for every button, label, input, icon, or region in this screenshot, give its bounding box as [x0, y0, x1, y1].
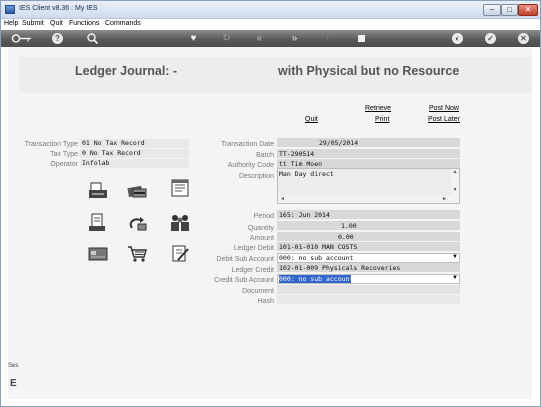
batch-value: TT-290514	[279, 150, 315, 158]
rewind-icon[interactable]: «	[253, 32, 266, 45]
key-icon[interactable]	[11, 32, 33, 45]
chevron-down-icon[interactable]: ▼	[452, 275, 458, 281]
operator-label: Operator	[50, 161, 78, 168]
minimize-button[interactable]: –	[483, 4, 501, 16]
refresh-icon[interactable]: ↻	[220, 32, 233, 45]
operator-value: Infolab	[82, 159, 110, 167]
ledger-credit-label: Ledger Credit	[231, 267, 274, 274]
stop-icon[interactable]	[355, 32, 368, 45]
period-label: Period	[253, 213, 274, 220]
globe-icon[interactable]: ◐	[452, 33, 463, 44]
description-vscroll[interactable]: ▲ ▼	[451, 169, 459, 195]
ledger-debit-value: 101-01-010 MAN COSTS	[279, 243, 358, 251]
amount-field[interactable]	[277, 232, 460, 241]
menu-commands[interactable]: Commands	[105, 20, 141, 27]
credit-sub-account-value: 000: no sub account	[279, 275, 354, 283]
ledger-debit-label: Ledger Debit	[233, 245, 274, 252]
maximize-button[interactable]: □	[501, 4, 518, 16]
document-field[interactable]	[277, 285, 460, 294]
people-icon[interactable]	[169, 212, 191, 232]
close-icon[interactable]: ✕	[518, 33, 529, 44]
payment-icon[interactable]	[87, 212, 109, 232]
title-bar: IES Client v8.36 : My IES – □ ✕	[1, 1, 540, 19]
debit-sub-account-value: 000: no sub account	[279, 254, 354, 262]
heart-icon[interactable]: ♥	[187, 32, 200, 45]
toolbar: ? ♥ ↻ « » ↑ ◐ ✓ ✕	[1, 30, 540, 47]
quit-link[interactable]: Quit	[305, 116, 318, 123]
upload-icon[interactable]: ↑	[321, 32, 334, 45]
ledger-credit-value: 102-01-009 Physicals Recoveries	[279, 264, 401, 272]
cart-icon[interactable]	[126, 243, 148, 263]
transaction-date-field[interactable]	[277, 138, 460, 147]
transfer-icon[interactable]	[126, 212, 148, 232]
credit-sub-account-label: Credit Sub Account	[214, 277, 274, 284]
menu-help[interactable]: Help	[4, 20, 18, 27]
quantity-value: 1.00	[341, 222, 357, 230]
app-window: IES Client v8.36 : My IES – □ ✕ Help Sub…	[0, 0, 541, 407]
document-label: Document	[242, 288, 274, 295]
quantity-label: Quantity	[247, 225, 274, 232]
menu-functions[interactable]: Functions	[69, 20, 99, 27]
edit-document-icon[interactable]	[169, 243, 191, 263]
transaction-type-label: Transaction Type	[24, 141, 78, 148]
transaction-date-value: 29/05/2014	[319, 139, 359, 147]
help-icon[interactable]: ?	[52, 33, 63, 44]
batch-label: Batch	[256, 152, 274, 159]
amount-label: Amount	[249, 235, 274, 242]
calendar-note-icon[interactable]	[169, 178, 191, 198]
description-label: Description	[238, 173, 274, 180]
tax-type-label: Tax Type	[50, 151, 78, 158]
transaction-date-label: Transaction Date	[220, 141, 274, 148]
tax-type-value: 0 No Tax Record	[82, 149, 141, 157]
forward-icon[interactable]: »	[288, 32, 301, 45]
hash-field[interactable]	[277, 295, 460, 304]
retrieve-link[interactable]: Retrieve	[365, 105, 391, 112]
description-value: Man Day direct	[279, 170, 334, 178]
check-icon[interactable]: ✓	[485, 33, 496, 44]
card-icon[interactable]	[87, 243, 109, 263]
search-icon[interactable]	[86, 32, 99, 45]
close-window-button[interactable]: ✕	[518, 4, 538, 16]
print-link[interactable]: Print	[375, 116, 389, 123]
session-tab[interactable]: Ses	[8, 363, 18, 375]
post-later-link[interactable]: Post Later	[428, 116, 460, 123]
debit-sub-account-label: Debit Sub Account	[216, 256, 274, 263]
hash-label: Hash	[257, 298, 274, 305]
bottom-mark: E	[10, 378, 17, 389]
app-icon	[5, 5, 15, 14]
quantity-field[interactable]	[277, 221, 460, 230]
menu-bar: Help Submit Quit Functions Commands	[1, 19, 540, 30]
menu-quit[interactable]: Quit	[50, 20, 63, 27]
cards-icon[interactable]	[126, 181, 148, 201]
print-document-icon[interactable]	[87, 181, 109, 201]
description-hscroll[interactable]: ◄ ►	[278, 195, 459, 203]
transaction-type-value: 01 No Tax Record	[82, 139, 145, 147]
period-value: 165: Jun 2014	[279, 211, 330, 219]
post-now-link[interactable]: Post Now	[429, 105, 459, 112]
window-title: IES Client v8.36 : My IES	[19, 5, 98, 12]
menu-submit[interactable]: Submit	[22, 20, 44, 27]
page-subtitle: with Physical but no Resource	[278, 64, 460, 78]
amount-value: 0.00	[338, 233, 354, 241]
chevron-down-icon[interactable]: ▼	[452, 254, 458, 260]
page-title: Ledger Journal: -	[75, 64, 178, 78]
authority-code-value: tt Tim Moen	[279, 160, 323, 168]
authority-code-label: Authority Code	[227, 162, 274, 169]
